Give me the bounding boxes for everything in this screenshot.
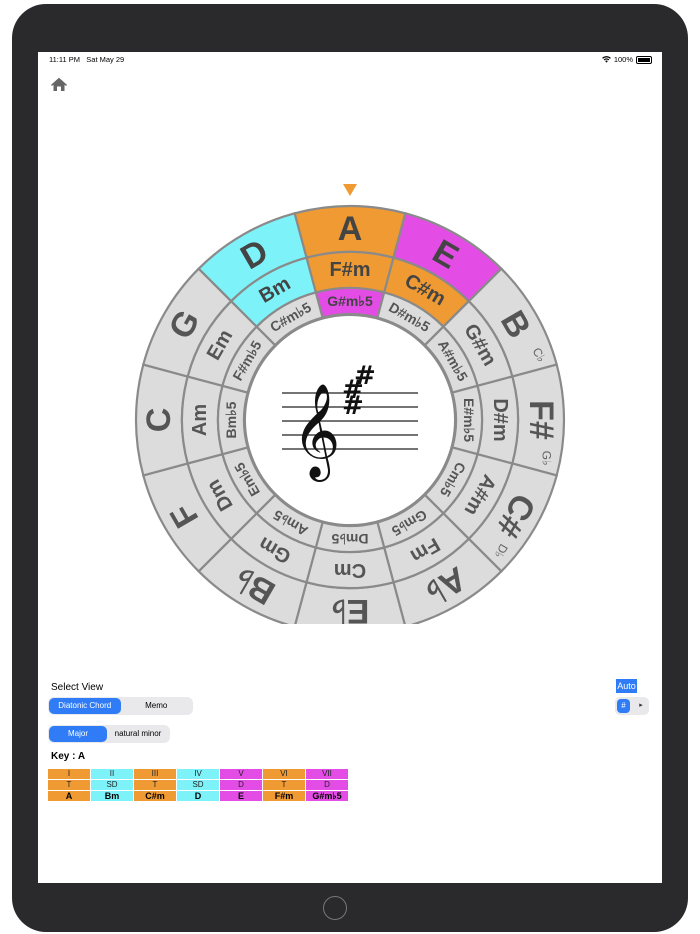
sharp-icon: # bbox=[354, 361, 376, 391]
sharp-option[interactable]: # bbox=[617, 699, 630, 713]
degree-cell: VII bbox=[305, 768, 349, 780]
outer-key-label: E♭ bbox=[331, 592, 370, 624]
chord-cell[interactable]: Bm bbox=[90, 790, 134, 802]
chord-cell[interactable]: E bbox=[219, 790, 263, 802]
status-right: 100% bbox=[601, 55, 652, 64]
date-text: Sat May 29 bbox=[86, 55, 125, 64]
home-button[interactable] bbox=[323, 896, 347, 920]
degree-cell: IV bbox=[176, 768, 220, 780]
flat-option[interactable]: ▸ bbox=[635, 699, 647, 713]
function-cell: D bbox=[219, 779, 263, 791]
status-time: 11:11 PM Sat May 29 bbox=[49, 55, 124, 64]
chord-cell[interactable]: C#m bbox=[133, 790, 177, 802]
degree-row: I II III IV V VI VII bbox=[47, 768, 349, 780]
outer-key-label: F# bbox=[522, 400, 560, 440]
inner-key-label: Dm♭5 bbox=[331, 531, 368, 547]
chord-cell[interactable]: A bbox=[47, 790, 91, 802]
sharp-icon: # bbox=[342, 391, 364, 421]
status-bar: 11:11 PM Sat May 29 100% bbox=[38, 52, 662, 68]
circle-of-fifths[interactable]: AEBC♭F#G♭C#D♭A♭E♭B♭FCGD F#m C#mG#mD#mA#mFm… bbox=[133, 170, 567, 624]
treble-clef-icon: 𝄞 bbox=[292, 383, 340, 482]
accidental-segmented-control: # ▸ bbox=[615, 697, 649, 715]
select-view-label: Select View bbox=[51, 682, 104, 693]
diatonic-chord-table: I II III IV V VI VII T SD T SD D T D A Bm C#m D E F#m G#m♭… bbox=[47, 768, 349, 802]
middle-key-label: Am bbox=[189, 404, 211, 436]
chord-row: A Bm C#m D E F#m G#m♭5 bbox=[47, 790, 349, 802]
degree-cell: I bbox=[47, 768, 91, 780]
function-row: T SD T SD D T D bbox=[47, 779, 349, 791]
degree-cell: V bbox=[219, 768, 263, 780]
mode-segmented-control: Major natural minor bbox=[48, 725, 170, 743]
outer-key-label: A bbox=[338, 210, 363, 248]
key-pointer-icon bbox=[343, 184, 357, 196]
degree-cell: II bbox=[90, 768, 134, 780]
degree-cell: VI bbox=[262, 768, 306, 780]
diatonic-chord-option[interactable]: Diatonic Chord bbox=[49, 698, 121, 714]
auto-button[interactable]: Auto bbox=[616, 679, 637, 693]
middle-key-label: D#m bbox=[489, 398, 511, 441]
outer-key-label: C bbox=[140, 408, 178, 433]
chord-cell[interactable]: D bbox=[176, 790, 220, 802]
function-cell: SD bbox=[90, 779, 134, 791]
controls-panel: Select View Diatonic Chord Memo Major na… bbox=[38, 672, 662, 883]
key-label: Key : A bbox=[51, 751, 86, 762]
chord-cell[interactable]: F#m bbox=[262, 790, 306, 802]
degree-cell: III bbox=[133, 768, 177, 780]
inner-key-label: G#m♭5 bbox=[327, 293, 373, 309]
major-option[interactable]: Major bbox=[49, 726, 107, 742]
function-cell: D bbox=[305, 779, 349, 791]
view-segmented-control: Diatonic Chord Memo bbox=[48, 697, 193, 715]
wifi-icon bbox=[601, 56, 611, 63]
memo-option[interactable]: Memo bbox=[121, 698, 193, 714]
function-cell: SD bbox=[176, 779, 220, 791]
inner-key-label: Bm♭5 bbox=[223, 401, 239, 438]
function-cell: T bbox=[47, 779, 91, 791]
function-cell: T bbox=[133, 779, 177, 791]
battery-percent: 100% bbox=[613, 55, 633, 64]
middle-key-label: Cm bbox=[334, 559, 366, 581]
middle-key-label: F#m bbox=[329, 259, 370, 281]
function-cell: T bbox=[262, 779, 306, 791]
natural-minor-option[interactable]: natural minor bbox=[107, 726, 169, 742]
inner-key-label: E#m♭5 bbox=[461, 398, 477, 442]
enharmonic-label: G♭ bbox=[539, 451, 553, 466]
time-text: 11:11 PM bbox=[49, 55, 80, 64]
battery-icon bbox=[636, 55, 652, 64]
chord-cell[interactable]: G#m♭5 bbox=[305, 790, 349, 802]
app-screen: 11:11 PM Sat May 29 100% A E B C♭ F# G♭ C# D♭ A♭… bbox=[38, 52, 662, 883]
home-icon[interactable] bbox=[50, 76, 68, 94]
